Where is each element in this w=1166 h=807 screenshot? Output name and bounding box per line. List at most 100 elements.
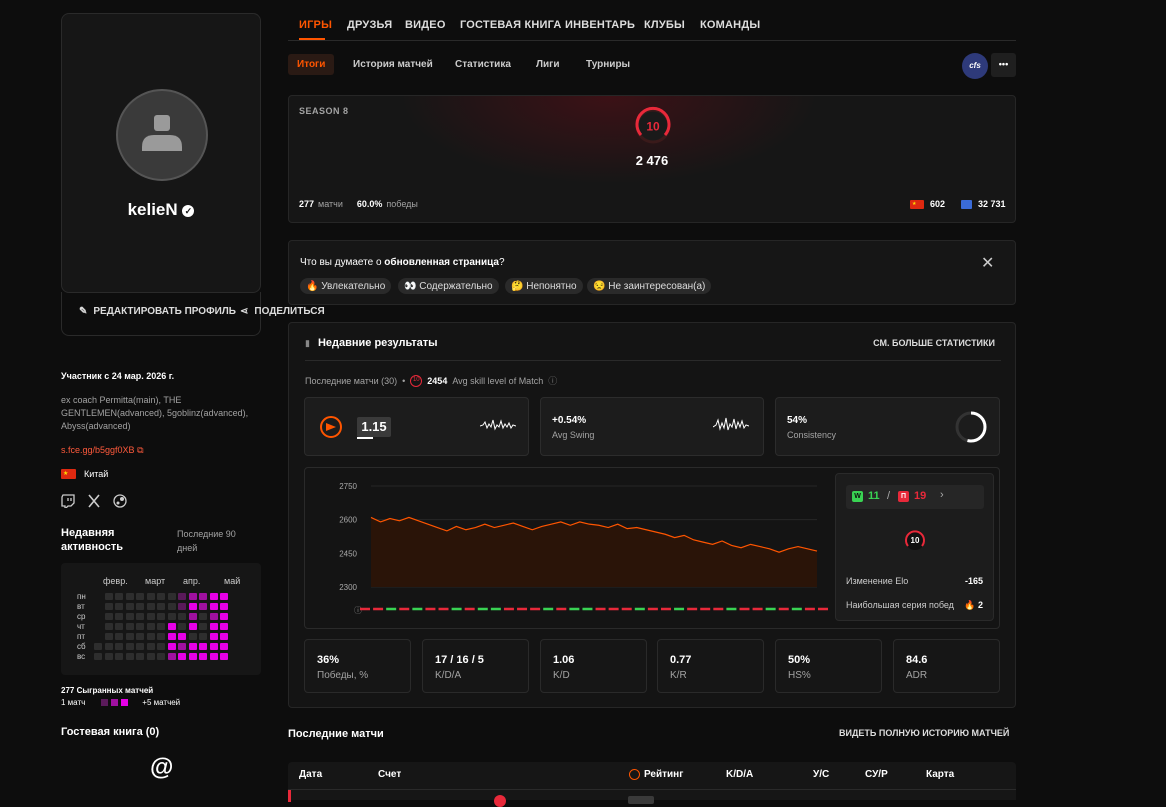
nav-tab[interactable]: ВИДЕО xyxy=(405,19,446,31)
heatmap-cell xyxy=(125,633,134,640)
profile-card: kelieN ✓ xyxy=(61,13,261,293)
heatmap-cell xyxy=(220,633,228,640)
stat-value: 1.06 xyxy=(553,654,575,666)
subtab[interactable]: Турниры xyxy=(577,54,639,75)
info-icon[interactable]: ⓘ xyxy=(354,606,362,615)
win-loss-record[interactable]: W 11 / П 19 › xyxy=(846,485,984,509)
heatmap-cell xyxy=(199,593,207,600)
edit-profile-button[interactable]: ✎ РЕДАКТИРОВАТЬ ПРОФИЛЬ xyxy=(79,306,236,317)
full-history-link[interactable]: ВИДЕТЬ ПОЛНУЮ ИСТОРИЮ МАТЧЕЙ xyxy=(839,728,1009,738)
heatmap-cell xyxy=(178,623,186,630)
info-icon[interactable]: ⓘ xyxy=(548,374,557,387)
activity-period: Последние 90 дней xyxy=(177,529,236,553)
x-icon[interactable] xyxy=(87,494,101,508)
stat-card: 17 / 16 / 5 K/D/A xyxy=(422,639,529,693)
heatmap-cell xyxy=(157,603,165,610)
poll-option[interactable]: 🔥 Увлекательно xyxy=(300,278,392,294)
rating-metric-card: 1.15 xyxy=(304,397,529,456)
cfs-game-badge[interactable]: cfs xyxy=(962,53,988,79)
stat-card: 36% Победы, % xyxy=(304,639,411,693)
consistency-value: 54% xyxy=(787,415,808,426)
stat-value: 50% xyxy=(788,654,811,666)
rating-icon xyxy=(629,769,640,780)
matches-table xyxy=(288,762,1016,807)
heatmap-cell xyxy=(125,623,134,630)
steam-icon[interactable] xyxy=(113,494,127,508)
table-header: Рейтинг xyxy=(644,769,684,780)
at-icon[interactable]: @ xyxy=(150,754,173,782)
heatmap-cell xyxy=(104,613,113,620)
matches-played: 277 Сыгранных матчей xyxy=(61,686,154,695)
heatmap-cell xyxy=(209,643,218,650)
external-link-icon: ⧉ xyxy=(137,445,144,455)
nav-tab[interactable]: ИНВЕНТАРЬ xyxy=(565,19,635,31)
swing-label: Avg Swing xyxy=(552,430,595,440)
share-button[interactable]: ⋖ ПОДЕЛИТЬСЯ xyxy=(240,306,325,317)
more-options-button[interactable]: ••• xyxy=(991,53,1016,77)
close-icon[interactable]: ✕ xyxy=(981,253,994,273)
heatmap-cell xyxy=(136,613,144,620)
profile-link[interactable]: s.fce.gg/b5ggf0XB ⧉ xyxy=(61,445,144,456)
nav-tab[interactable]: КОМАНДЫ xyxy=(700,19,760,31)
avatar[interactable] xyxy=(116,89,208,181)
heatmap-cell xyxy=(220,593,228,600)
nav-tab[interactable]: ДРУЗЬЯ xyxy=(347,19,392,31)
heatmap-cell xyxy=(115,613,123,620)
heatmap-cell xyxy=(209,593,218,600)
nav-tab[interactable]: ГОСТЕВАЯ КНИГА xyxy=(460,19,562,31)
twitch-icon[interactable] xyxy=(61,494,75,508)
season-ranks: ★ 602 32 731 xyxy=(910,199,1006,209)
more-stats-link[interactable]: СМ. БОЛЬШЕ СТАТИСТИКИ xyxy=(873,338,995,348)
heatmap-cell xyxy=(157,613,165,620)
consistency-ring xyxy=(955,411,987,443)
heatmap-cell xyxy=(167,613,176,620)
heatmap-cell xyxy=(220,643,228,650)
stat-value: 36% xyxy=(317,654,340,666)
poll-option[interactable]: 😒 Не заинтересован(а) xyxy=(587,278,712,294)
poll-option[interactable]: 👀 Содержательно xyxy=(398,278,499,294)
heatmap-cell xyxy=(115,593,123,600)
heatmap-cell xyxy=(104,623,113,630)
heatmap-cell xyxy=(157,623,165,630)
subtab[interactable]: Итоги xyxy=(288,54,335,75)
heatmap-cell xyxy=(220,613,228,620)
subtab[interactable]: Лиги xyxy=(527,54,568,75)
heatmap-legend: 1 матч +5 матчей xyxy=(61,698,181,707)
heatmap-day: вс xyxy=(77,652,86,661)
nav-tab[interactable]: КЛУБЫ xyxy=(644,19,685,31)
bar-chart-icon: ▮ xyxy=(305,337,310,348)
swing-metric-card: +0.54% Avg Swing xyxy=(540,397,764,456)
heatmap-cell xyxy=(146,593,155,600)
consistency-label: Consistency xyxy=(787,430,837,440)
nav-tab[interactable]: ИГРЫ xyxy=(299,19,332,31)
heatmap-cell xyxy=(136,643,144,650)
subtab[interactable]: История матчей xyxy=(344,54,442,75)
heatmap-cell xyxy=(146,603,155,610)
season-card: SEASON 8 10 2 476 277 матчи 60.0% победы ★… xyxy=(288,95,1016,223)
poll-question: Что вы думаете о обновленная страница? xyxy=(300,257,505,268)
heatmap-cell xyxy=(220,603,228,610)
y-tick-label: 2450 xyxy=(339,549,357,558)
skill-level-icon: 10 xyxy=(635,106,671,144)
subtab[interactable]: Статистика xyxy=(446,54,520,75)
heatmap-cell xyxy=(125,653,134,660)
profile-actions: ✎ РЕДАКТИРОВАТЬ ПРОФИЛЬ ⋖ ПОДЕЛИТЬСЯ xyxy=(61,292,325,336)
stat-value: 84.6 xyxy=(906,654,928,666)
svg-text:10: 10 xyxy=(646,120,660,134)
heatmap-cell xyxy=(167,593,176,600)
heatmap-day: пн xyxy=(77,592,86,601)
heatmap-cell xyxy=(146,653,155,660)
poll-option[interactable]: 🤔 Непонятно xyxy=(505,278,583,294)
heatmap-cell xyxy=(178,633,186,640)
heatmap-cell xyxy=(136,623,144,630)
heatmap-cell xyxy=(136,603,144,610)
table-header: K/D/A xyxy=(726,769,754,780)
recent-results-header: ▮ Недавние результаты xyxy=(305,337,438,349)
fire-icon: 🔥 xyxy=(964,600,976,610)
last-matches-title: Последние матчи xyxy=(288,728,384,740)
heatmap-day: пт xyxy=(77,632,85,641)
stat-card: 1.06 K/D xyxy=(540,639,647,693)
win-streak-value: 🔥 2 xyxy=(964,600,983,610)
heatmap-cell xyxy=(125,593,134,600)
heatmap-cell xyxy=(104,653,113,660)
